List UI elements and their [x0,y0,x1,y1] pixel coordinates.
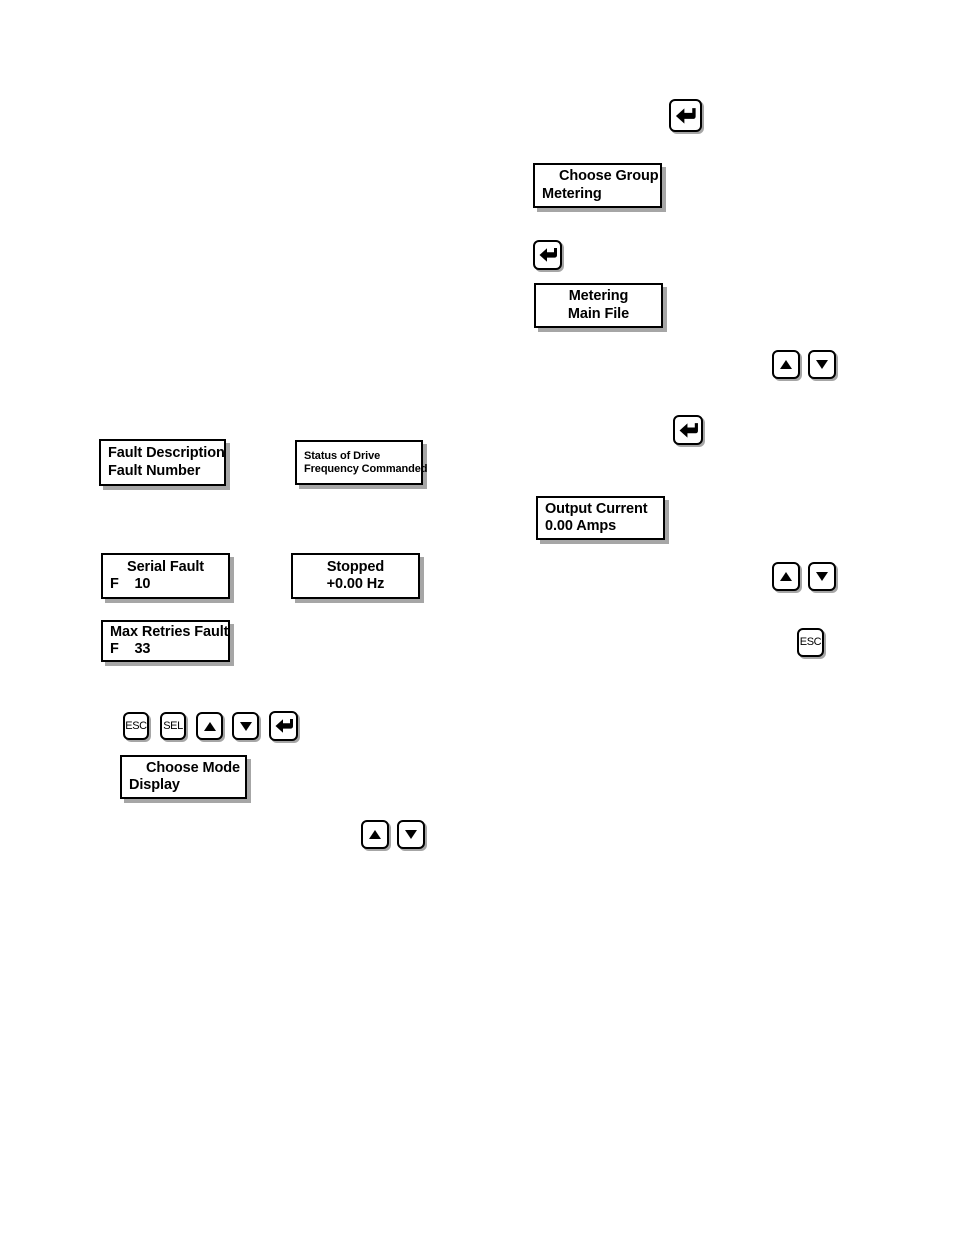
display-line-1: Status of Drive [304,449,381,462]
triangle-down-icon [405,830,417,839]
display-line-2: Metering [542,185,602,202]
display-line-2: Display [129,777,180,793]
display-line-2: F 10 [110,576,151,592]
manual-page: Fault Description Fault Number Status of… [0,0,954,1235]
display-line-1: Output Current [545,500,648,517]
sel-key[interactable]: SEL [160,712,186,740]
metering-main-file-display: Metering Main File [534,283,663,328]
display-line-1: Metering [568,288,629,305]
enter-arrow-icon [679,422,698,438]
down-arrow-key[interactable] [232,712,259,740]
esc-key[interactable]: ESC [123,712,149,740]
triangle-up-icon [780,360,792,369]
display-line-2: Frequency Commanded [304,462,428,475]
triangle-down-icon [816,572,828,581]
stopped-display: Stopped +0.00 Hz [291,553,420,599]
status-of-drive-display: Status of Drive Frequency Commanded [295,440,428,485]
enter-arrow-icon [675,107,696,124]
display-line-1: Max Retries Fault [110,623,229,640]
up-arrow-key[interactable] [361,820,389,849]
esc-key-label: ESC [799,636,822,648]
choose-group-display: Choose Group Metering [533,163,662,208]
esc-key[interactable]: ESC [797,628,824,657]
choose-mode-display: Choose Mode Display [120,755,247,799]
triangle-down-icon [239,721,252,731]
enter-key[interactable] [673,415,703,445]
display-line-2: Fault Number [108,462,201,479]
display-line-2: 0.00 Amps [545,518,617,534]
fault-description-display: Fault Description Fault Number [99,439,226,486]
down-arrow-key[interactable] [808,562,836,591]
up-arrow-key[interactable] [772,562,800,591]
max-retries-fault-display: Max Retries Fault F 33 [101,620,230,662]
display-line-1: Choose Group [559,168,659,185]
triangle-up-icon [780,572,792,581]
triangle-up-icon [369,830,381,839]
down-arrow-key[interactable] [397,820,425,849]
output-current-display: Output Current 0.00 Amps [536,496,665,540]
display-line-1: Serial Fault [127,558,204,575]
sel-key-label: SEL [163,719,183,732]
serial-fault-display: Serial Fault F 10 [101,553,230,599]
triangle-down-icon [816,360,828,369]
enter-key[interactable] [269,711,298,741]
triangle-up-icon [203,721,216,731]
up-arrow-key[interactable] [196,712,223,740]
display-line-2: +0.00 Hz [326,576,385,592]
enter-key[interactable] [669,99,702,132]
display-line-1: Choose Mode [146,759,240,776]
up-arrow-key[interactable] [772,350,800,379]
enter-arrow-icon [539,248,557,262]
display-line-1: Fault Description [108,445,225,462]
down-arrow-key[interactable] [808,350,836,379]
enter-key[interactable] [533,240,562,270]
display-line-2: F 33 [110,641,151,657]
esc-key-label: ESC [125,719,147,732]
display-line-1: Stopped [326,558,385,575]
display-line-2: Main File [567,305,630,322]
enter-arrow-icon [275,719,293,733]
